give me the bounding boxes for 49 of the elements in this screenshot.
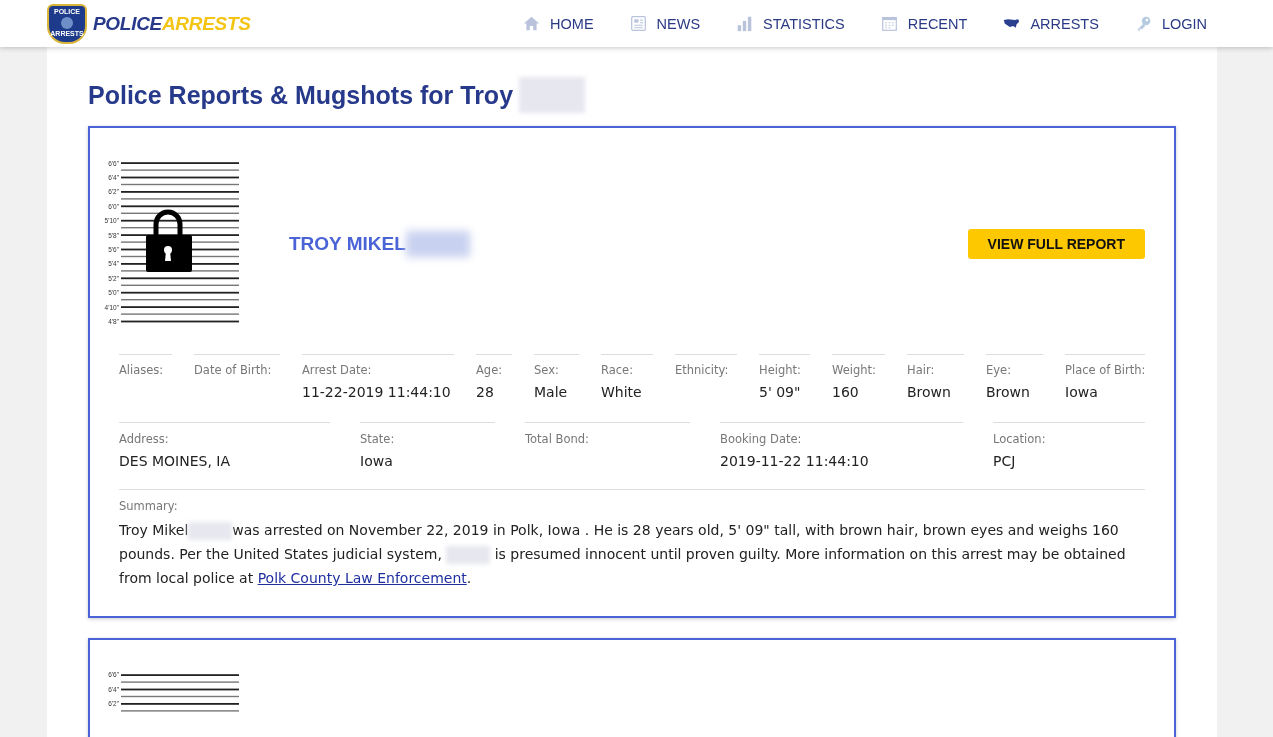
person-name: TROY MIKEL [289,233,406,255]
nav-link[interactable]: STATISTICS [736,15,845,32]
field-label: Ethnicity: [675,363,730,377]
field-label: Address: [119,432,170,446]
field-value: PCJ [993,453,1017,469]
field-label: Date of Birth: [194,363,273,377]
page-title: Police Reports & Mugshots for Troy [88,80,514,110]
field-label: Eye: [986,363,1013,377]
bar-chart-icon [736,15,754,32]
field-label: Summary: [119,499,179,513]
home-icon [523,15,541,32]
nav-link[interactable]: ARRESTS [1003,15,1099,32]
field-label: Arrest Date: [302,363,373,377]
field-label: Aliases: [119,363,165,377]
field-value: 160 [832,384,860,400]
field-value: Iowa [360,453,394,469]
field-value: White [601,384,643,400]
view-report-button[interactable]: VIEW FULL REPORT [967,229,1145,259]
field-value: Male [534,384,569,400]
nav-link[interactable]: HOME [523,15,594,32]
field-label: Height: [759,363,802,377]
field-label: Location: [993,432,1047,446]
field-label: Hair: [907,363,936,377]
field-label: State: [360,432,396,446]
field-label: Age: [476,363,504,377]
field-label: Weight: [832,363,877,377]
field-value: 5' 09" [759,384,802,400]
field-value: 11-22-2019 11:44:10 [302,384,452,400]
logo-link[interactable]: POLICEARRESTS [93,12,251,35]
field-label: Total Bond: [525,432,590,446]
emblem-icon [61,16,73,29]
field-value: 28 [476,384,495,400]
field-value: Iowa [1065,384,1099,400]
field-label: Race: [601,363,635,377]
nav-link[interactable]: RECENT [880,15,968,32]
calendar-icon [880,15,898,32]
redacted-surname [405,231,470,257]
field-value: DES MOINES, IA [119,453,231,469]
field-value: Brown [986,384,1031,400]
nav-link[interactable]: NEWS [629,15,701,32]
field-label: Booking Date: [720,432,803,446]
padlock-icon [146,209,192,272]
nav-link[interactable]: LOGIN [1134,15,1207,32]
field-label: Sex: [534,363,560,377]
field-value: Brown [907,384,952,400]
summary-text: Troy Mikel was arrested on November 22, 2019 in Polk, Iowa . He is 28 years old, 5' 09" tall, with brown hair, brown eyes and weighs 160 pounds. Per the United States judicial system, is presumed innocent until proven guilty. More information on this arrest may be obtained from local police at Polk County Law Enforcement. [119,521,1127,588]
newspaper-icon [629,15,647,32]
summary-link[interactable]: Polk County Law Enforcement [257,570,467,586]
field-value: 2019-11-22 11:44:10 [720,453,870,469]
